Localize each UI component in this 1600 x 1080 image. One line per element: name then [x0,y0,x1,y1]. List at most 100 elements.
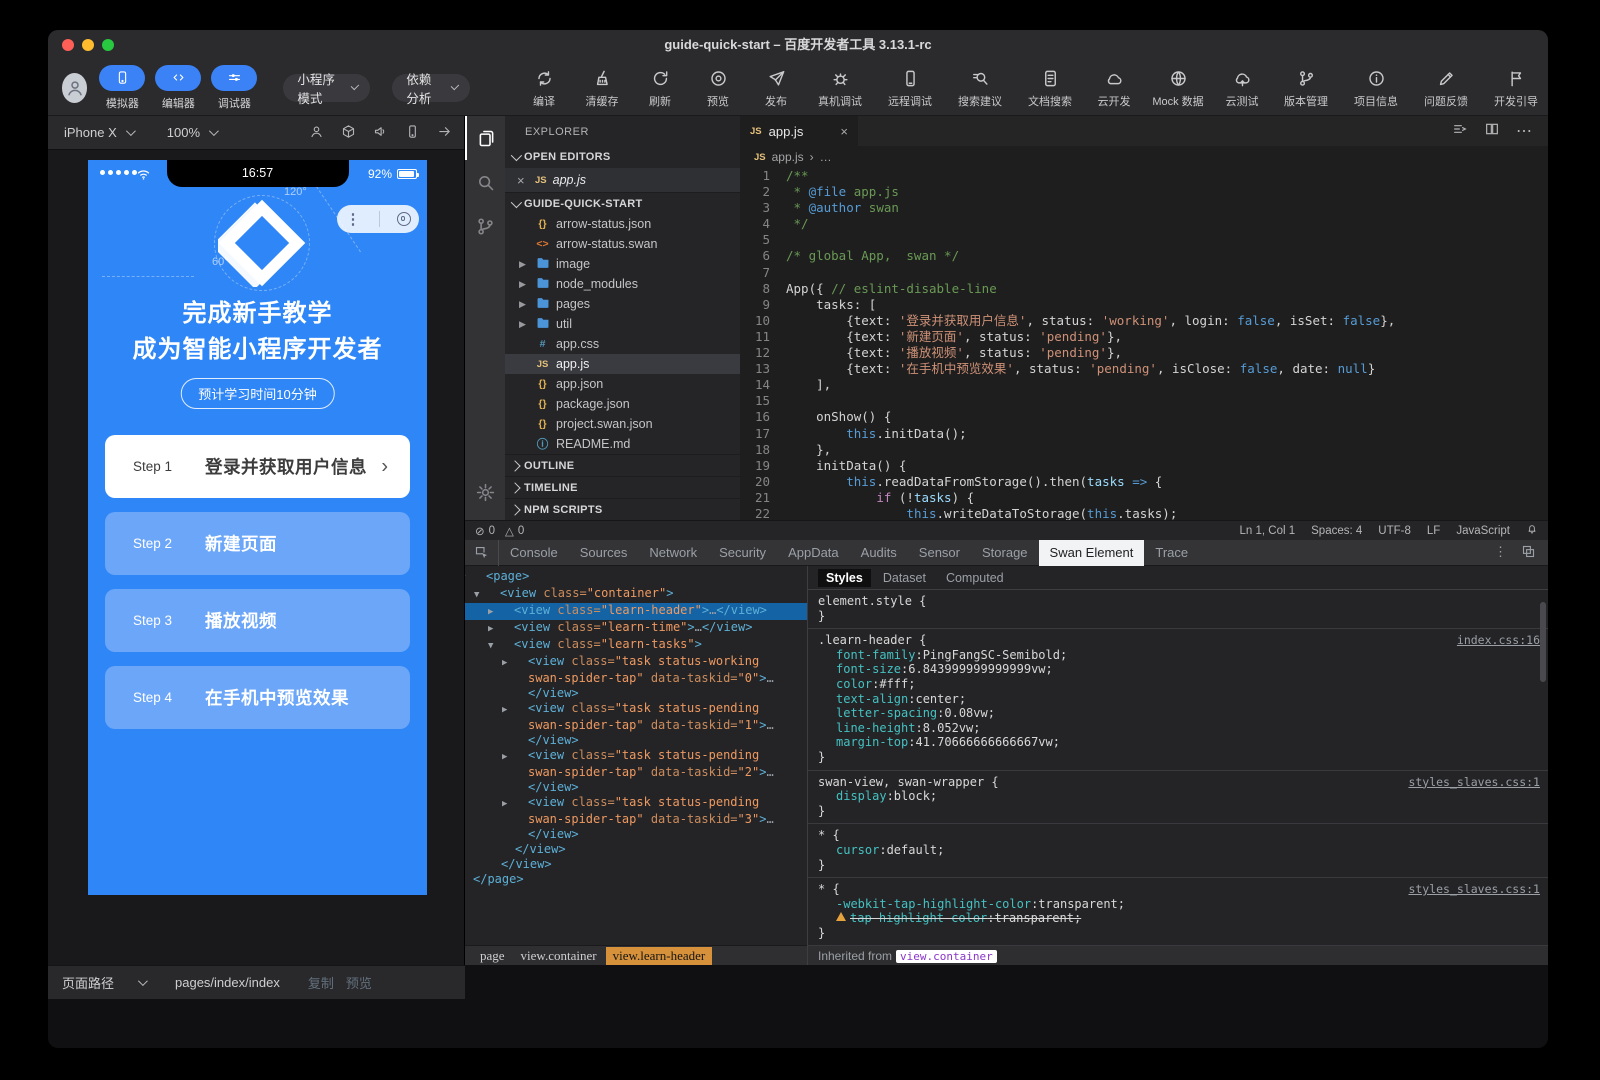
section-outline[interactable]: OUTLINE [505,454,740,476]
expand-arrow-icon[interactable]: ▼ [473,571,486,586]
dock-side-icon[interactable] [1521,544,1536,562]
cube-icon[interactable] [341,124,356,142]
toolbar-dropdown-1[interactable]: 依赖分析 [392,74,470,102]
style-property[interactable]: display:block; [818,789,1538,804]
file-row-arrow-status.swan[interactable]: <>arrow-status.swan [505,234,740,254]
action-clean[interactable]: 清缓存 [576,66,628,109]
editor-breadcrumb[interactable]: JS app.js › … [740,146,1548,168]
action-branch[interactable]: 版本管理 [1274,66,1338,109]
action-pencil[interactable]: 问题反馈 [1414,66,1478,109]
file-row-app.css[interactable]: #app.css [505,334,740,354]
action-globe[interactable]: Mock 数据 [1146,66,1210,109]
status-item[interactable]: Ln 1, Col 1 [1240,525,1296,537]
action-flag[interactable]: 开发引导 [1484,66,1548,109]
dom-node[interactable]: ▶<view class="learn-time">…</view> [465,620,807,637]
code-area[interactable]: 1/**2 * @file app.js3 * @author swan4 */… [740,168,1548,520]
user-avatar[interactable] [62,73,87,103]
style-property[interactable]: font-family:PingFangSC-Semibold; [818,648,1538,663]
collapse-arrow-icon[interactable]: ▶ [515,797,528,812]
preview-path-link[interactable]: 预览 [346,973,372,992]
action-cloud-test[interactable]: 云测试 [1216,66,1268,109]
status-item[interactable]: Spaces: 4 [1311,525,1362,537]
stylesheet-link[interactable]: index.css:16 [1457,633,1540,648]
scrollbar-thumb[interactable] [1540,602,1546,682]
action-remote[interactable]: 远程调试 [878,66,942,109]
device-icon[interactable] [405,124,420,142]
style-property[interactable]: margin-top:41.70666666666667vw; [818,735,1538,750]
file-row-util[interactable]: ▶util [505,314,740,334]
more-actions-icon[interactable]: ⋯ [1516,121,1534,141]
style-property[interactable]: color:#fff; [818,677,1538,692]
element-tree[interactable]: ▼<page>▼<view class="container">▶<view c… [465,566,807,945]
open-editor-app-js[interactable]: × JS app.js [505,168,740,192]
expand-arrow-icon[interactable]: ▼ [501,639,514,654]
devtools-tab-network[interactable]: Network [638,540,708,566]
status-item[interactable]: LF [1427,525,1440,537]
devtools-tab-console[interactable]: Console [499,540,569,566]
action-info[interactable]: 项目信息 [1344,66,1408,109]
step-card-4[interactable]: Step 4在手机中预览效果 [105,666,410,729]
dom-node[interactable]: ▶<view class="task status-pending swan-s… [465,748,807,795]
inspect-element-icon[interactable] [465,540,499,566]
style-property[interactable]: font-size:6.843999999999999vw; [818,662,1538,677]
action-cloud[interactable]: 云开发 [1088,66,1140,109]
stylesheet-link[interactable]: styles_slaves.css:1 [1408,775,1540,790]
split-editor-icon[interactable] [1484,121,1500,142]
action-refresh[interactable]: 刷新 [634,66,686,109]
devtools-tab-appdata[interactable]: AppData [777,540,850,566]
file-row-image[interactable]: ▶image [505,254,740,274]
style-rule[interactable]: styles_slaves.css:1swan-view, swan-wrapp… [808,771,1548,825]
action-search-suggest[interactable]: 搜索建议 [948,66,1012,109]
stylesheet-link[interactable]: styles_slaves.css:1 [1408,882,1540,897]
devtools-tab-swan-element[interactable]: Swan Element [1039,540,1145,566]
inherited-chip[interactable]: view.container [896,950,997,963]
dom-node[interactable]: </page> [465,872,807,887]
chevron-down-icon[interactable] [138,976,148,986]
mode-button-phone[interactable]: 模拟器 [99,65,145,111]
devtools-tab-security[interactable]: Security [708,540,777,566]
styles-tab-computed[interactable]: Computed [938,569,1012,587]
dom-node[interactable]: ▶<view class="task status-pending swan-s… [465,795,807,842]
style-property[interactable]: cursor:default; [818,843,1538,858]
action-compile[interactable]: 编译 [518,66,570,109]
source-control-activity-icon[interactable] [465,204,505,248]
style-rule[interactable]: styles_slaves.css:1* {-webkit-tap-highli… [808,878,1548,946]
style-rule[interactable]: * {cursor:default;} [808,824,1548,878]
action-preview[interactable]: 预览 [692,66,744,109]
collapse-arrow-icon[interactable]: ▶ [515,703,528,718]
devtools-more-icon[interactable]: ⋮ [1494,544,1507,562]
toolbar-dropdown-0[interactable]: 小程序模式 [283,74,370,102]
dom-node[interactable]: </view> [465,842,807,857]
file-row-arrow-status.json[interactable]: {}arrow-status.json [505,214,740,234]
file-row-pages[interactable]: ▶pages [505,294,740,314]
device-select[interactable]: iPhone X [64,125,133,140]
file-row-app.js[interactable]: JSapp.js [505,354,740,374]
styles-tab-dataset[interactable]: Dataset [875,569,934,587]
collapse-arrow-icon[interactable]: ▶ [515,656,528,671]
style-property[interactable]: tap-highlight-color:transparent; [818,911,1538,926]
open-changes-icon[interactable] [1452,121,1468,142]
file-row-node_modules[interactable]: ▶node_modules [505,274,740,294]
explorer-activity-icon[interactable] [465,116,505,160]
sound-icon[interactable] [373,124,388,142]
element-crumb[interactable]: page [473,947,512,965]
file-row-README.md[interactable]: ⓘREADME.md [505,434,740,454]
expand-arrow-icon[interactable]: ▼ [487,588,500,603]
dom-node[interactable]: ▶<view class="task status-pending swan-s… [465,701,807,748]
more-menu-icon[interactable]: ⋮ [346,210,362,228]
step-card-2[interactable]: Step 2新建页面 [105,512,410,575]
status-item[interactable]: JavaScript [1456,525,1510,537]
file-row-app.json[interactable]: {}app.json [505,374,740,394]
collapse-arrow-icon[interactable]: ▶ [501,622,514,637]
close-miniapp-icon[interactable] [397,212,411,226]
devtools-tab-trace[interactable]: Trace [1144,540,1199,566]
section-timeline[interactable]: TIMELINE [505,476,740,498]
devtools-tab-sources[interactable]: Sources [569,540,639,566]
devtools-tab-audits[interactable]: Audits [850,540,908,566]
action-publish[interactable]: 发布 [750,66,802,109]
style-property[interactable]: -webkit-tap-highlight-color:transparent; [818,897,1538,912]
settings-gear-icon[interactable] [465,470,505,514]
collapse-arrow-icon[interactable]: ▶ [515,750,528,765]
mode-button-sliders[interactable]: 调试器 [211,65,257,111]
open-editors-section[interactable]: OPEN EDITORS [505,146,740,168]
